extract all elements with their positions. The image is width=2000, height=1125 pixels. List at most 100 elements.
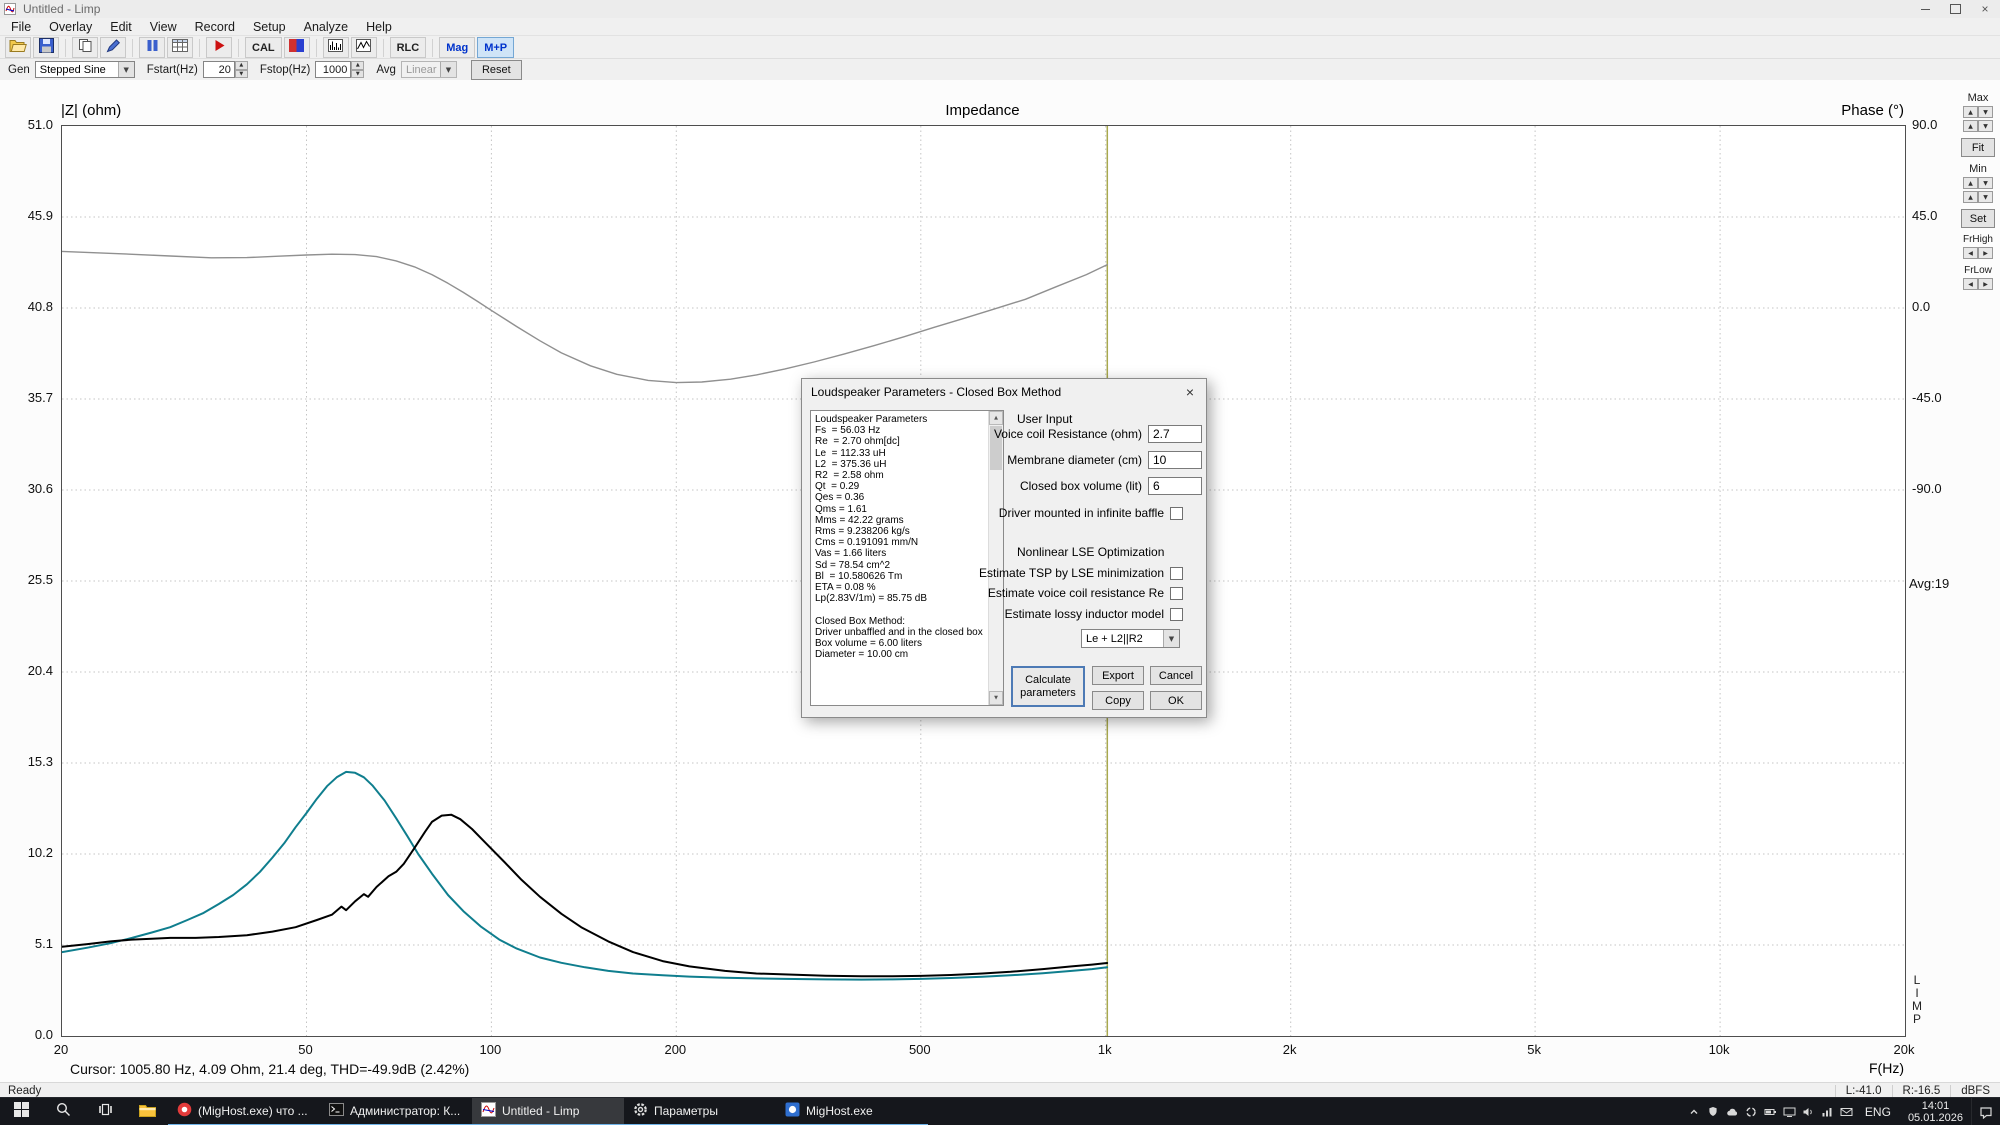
impedance-closed-box-curve: [62, 815, 1107, 977]
file-explorer-button[interactable]: [126, 1098, 168, 1125]
action-center-button[interactable]: [1971, 1098, 2000, 1125]
waveform-button[interactable]: [351, 37, 377, 58]
magnitude-phase-toggle-button[interactable]: M+P: [477, 37, 514, 58]
phase-tick-label: -90.0: [1912, 481, 1942, 496]
dialog-close-button[interactable]: ×: [1174, 379, 1206, 404]
dialog-titlebar[interactable]: Loudspeaker Parameters - Closed Box Meth…: [802, 379, 1206, 404]
x-axis-tick-label: 500: [909, 1042, 931, 1057]
fstop-up-button[interactable]: ▲: [351, 61, 364, 70]
copy-button[interactable]: [72, 37, 98, 58]
taskbar-button-mighost[interactable]: MigHost.exe: [776, 1098, 928, 1125]
fstop-input[interactable]: 1000: [315, 61, 351, 78]
menu-item-analyze[interactable]: Analyze: [295, 20, 357, 34]
toolbar-separator: [65, 39, 66, 57]
membrane-diameter-input[interactable]: 10: [1148, 451, 1202, 469]
estimate-re-checkbox[interactable]: [1170, 587, 1183, 600]
cloud-icon[interactable]: [1723, 1098, 1742, 1125]
avg-label: Avg: [376, 64, 396, 76]
magnitude-toggle-button[interactable]: Mag: [439, 37, 475, 58]
stop-button[interactable]: [139, 37, 165, 58]
estimate-inductor-row: Estimate lossy inductor model: [910, 604, 1183, 624]
voice-coil-resistance-input[interactable]: 2.7: [1148, 425, 1202, 443]
folder-icon: [139, 1103, 156, 1122]
estimate-inductor-checkbox[interactable]: [1170, 608, 1183, 621]
max-up-button[interactable]: ▲: [1963, 106, 1978, 118]
taskbar-button-browser[interactable]: (MigHost.exe) что ...: [168, 1098, 320, 1125]
menu-item-help[interactable]: Help: [357, 20, 401, 34]
cancel-button[interactable]: Cancel: [1150, 666, 1202, 685]
menu-item-file[interactable]: File: [2, 20, 40, 34]
fstart-input[interactable]: 20: [203, 61, 235, 78]
display-icon[interactable]: [1780, 1098, 1799, 1125]
x-axis-title: F(Hz): [1816, 1060, 1904, 1076]
maximize-button[interactable]: [1940, 0, 1970, 18]
frequency-response-button[interactable]: [284, 37, 310, 58]
network-icon[interactable]: [1818, 1098, 1837, 1125]
phase-tick-label: 45.0: [1912, 208, 1937, 223]
spectrum-button[interactable]: [323, 37, 349, 58]
calculate-parameters-button[interactable]: Calculate parameters: [1011, 666, 1085, 707]
task-view-button[interactable]: [84, 1098, 126, 1125]
fstop-down-button[interactable]: ▼: [351, 70, 364, 79]
start-button[interactable]: [0, 1098, 42, 1125]
edit-button[interactable]: [100, 37, 126, 58]
message-icon[interactable]: [1837, 1098, 1856, 1125]
min-fine-up-button[interactable]: ▲: [1963, 191, 1978, 203]
fstart-down-button[interactable]: ▼: [235, 70, 248, 79]
minimize-button[interactable]: [1910, 0, 1940, 18]
menu-item-view[interactable]: View: [141, 20, 186, 34]
menu-item-setup[interactable]: Setup: [244, 20, 295, 34]
frlow-left-button[interactable]: ◀: [1963, 278, 1978, 290]
menu-item-edit[interactable]: Edit: [101, 20, 141, 34]
menu-item-overlay[interactable]: Overlay: [40, 20, 101, 34]
min-up-button[interactable]: ▲: [1963, 177, 1978, 189]
phase-tick-label: 0.0: [1912, 299, 1930, 314]
menu-item-record[interactable]: Record: [186, 20, 244, 34]
chart-scale-panel: Max ▲ ▼ ▲ ▼ Fit Min ▲ ▼ ▲ ▼ Set FrHigh ◀…: [1958, 86, 1998, 290]
closed-box-volume-input[interactable]: 6: [1148, 477, 1202, 495]
set-button[interactable]: Set: [1961, 209, 1995, 228]
open-file-button[interactable]: [5, 37, 31, 58]
rlc-button[interactable]: RLC: [390, 37, 427, 58]
phase-curve: [62, 251, 1107, 382]
clock[interactable]: 14:01 05.01.2026: [1900, 1100, 1971, 1124]
update-icon[interactable]: [1742, 1098, 1761, 1125]
data-table-button[interactable]: [167, 37, 193, 58]
taskbar-button-settings[interactable]: Параметры: [624, 1098, 776, 1125]
save-file-button[interactable]: [33, 37, 59, 58]
antivirus-shield-icon[interactable]: [1704, 1098, 1723, 1125]
battery-icon[interactable]: [1761, 1098, 1780, 1125]
generator-type-select[interactable]: Stepped Sine ▼: [35, 61, 135, 78]
max-fine-down-button[interactable]: ▼: [1978, 120, 1993, 132]
max-down-button[interactable]: ▼: [1978, 106, 1993, 118]
language-indicator[interactable]: ENG: [1856, 1105, 1900, 1119]
frhigh-right-button[interactable]: ▶: [1978, 247, 1993, 259]
fit-button[interactable]: Fit: [1961, 138, 1995, 157]
frlow-right-button[interactable]: ▶: [1978, 278, 1993, 290]
y-axis-tick-label: 40.8: [7, 299, 53, 314]
export-button[interactable]: Export: [1092, 666, 1144, 685]
fstart-up-button[interactable]: ▲: [235, 61, 248, 70]
frhigh-left-button[interactable]: ◀: [1963, 247, 1978, 259]
search-button[interactable]: [42, 1098, 84, 1125]
volume-icon[interactable]: [1799, 1098, 1818, 1125]
inductor-model-select[interactable]: Le + L2||R2 ▼: [1081, 629, 1180, 648]
calibrate-button[interactable]: CAL: [245, 37, 282, 58]
start-recording-button[interactable]: [206, 37, 232, 58]
taskbar-button-console[interactable]: Администратор: К...: [320, 1098, 472, 1125]
ok-button[interactable]: OK: [1150, 691, 1202, 710]
close-button[interactable]: ×: [1970, 0, 2000, 18]
scroll-down-button[interactable]: ▼: [989, 691, 1003, 705]
hidden-icons-button[interactable]: [1685, 1098, 1704, 1125]
estimate-re-label: Estimate voice coil resistance Re: [910, 586, 1164, 600]
min-down-button[interactable]: ▼: [1978, 177, 1993, 189]
taskbar-button-limp[interactable]: Untitled - Limp: [472, 1098, 624, 1125]
infinite-baffle-checkbox[interactable]: [1170, 507, 1183, 520]
frhigh-spinner: ◀ ▶: [1963, 247, 1993, 259]
scroll-up-button[interactable]: ▲: [989, 411, 1003, 425]
min-fine-down-button[interactable]: ▼: [1978, 191, 1993, 203]
reset-button[interactable]: Reset: [471, 60, 522, 80]
estimate-tsp-checkbox[interactable]: [1170, 567, 1183, 580]
copy-button[interactable]: Copy: [1092, 691, 1144, 710]
max-fine-up-button[interactable]: ▲: [1963, 120, 1978, 132]
